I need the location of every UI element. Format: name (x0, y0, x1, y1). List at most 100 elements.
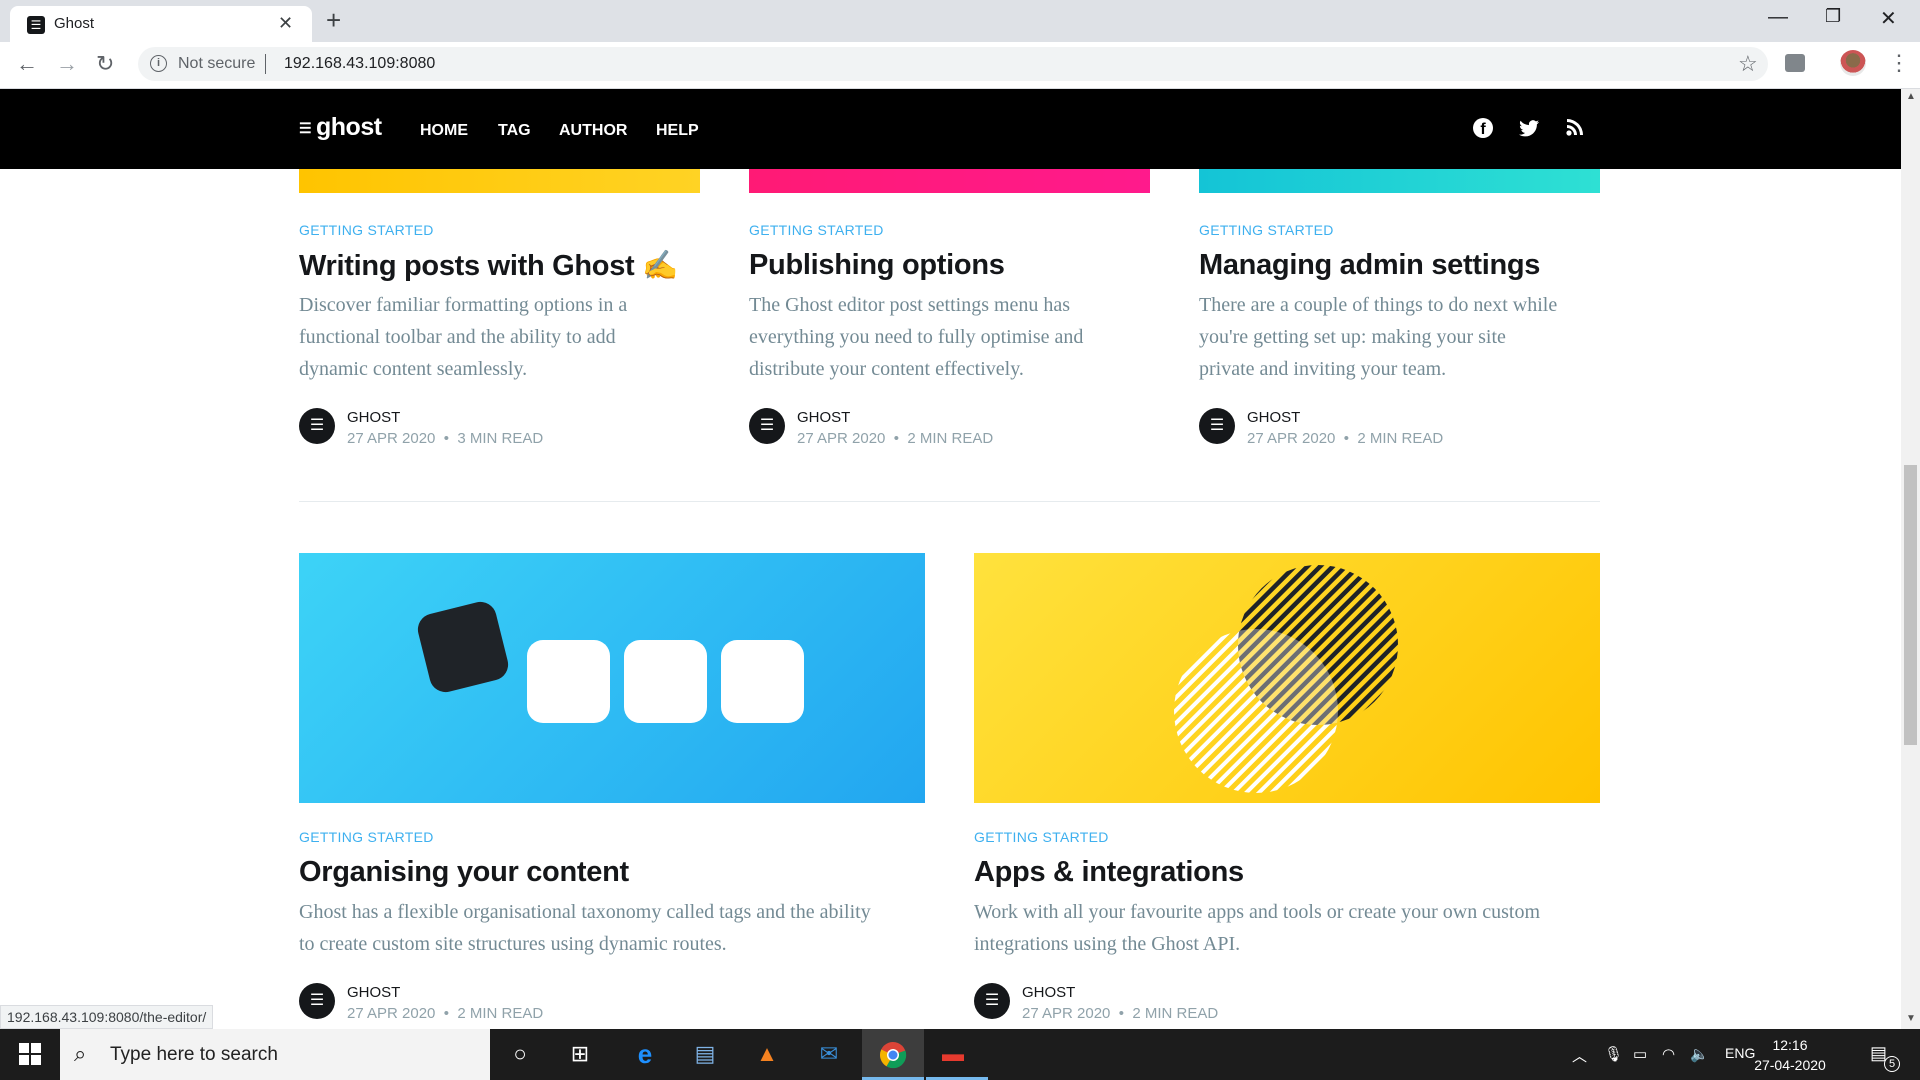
notification-count: 5 (1884, 1056, 1900, 1072)
file-explorer-icon[interactable]: ▤ (690, 1039, 720, 1069)
language-indicator[interactable]: ENG (1725, 1045, 1755, 1061)
post-excerpt[interactable]: Discover familiar formatting options in … (299, 289, 699, 385)
reload-icon[interactable]: ↻ (96, 51, 114, 77)
post-image-publishing[interactable] (749, 169, 1150, 193)
post-title[interactable]: Publishing options (749, 249, 1005, 282)
restore-icon[interactable]: ❐ (1825, 6, 1841, 27)
cortana-icon[interactable]: ○ (505, 1039, 535, 1069)
post-tag[interactable]: GETTING STARTED (1199, 222, 1334, 238)
author-name[interactable]: GHOST (797, 409, 850, 426)
nav-tag[interactable]: TAG (498, 122, 531, 140)
post-excerpt[interactable]: Ghost has a flexible organisational taxo… (299, 896, 939, 960)
post-meta: 27 APR 2020 • 2 MIN READ (797, 430, 993, 447)
mail-icon[interactable]: ✉ (814, 1039, 844, 1069)
wifi-icon[interactable]: ◠ (1662, 1045, 1675, 1063)
post-image-admin[interactable] (1199, 169, 1600, 193)
post-excerpt[interactable]: Work with all your favourite apps and to… (974, 896, 1614, 960)
minimize-icon[interactable]: — (1768, 6, 1788, 29)
browser-toolbar: ← → ↻ i Not secure 192.168.43.109:8080 ☆ (0, 42, 1920, 89)
excerpt-line: you're getting set up: making your site (1199, 326, 1506, 348)
back-icon[interactable]: ← (16, 51, 38, 77)
meta-dot: • (893, 430, 900, 447)
forward-icon[interactable]: → (56, 51, 78, 77)
excerpt-line: everything you need to fully optimise an… (749, 326, 1084, 348)
clock-date: 27-04-2020 (1754, 1057, 1826, 1073)
twitter-icon[interactable] (1518, 117, 1540, 145)
author-avatar[interactable]: ☰ (299, 408, 335, 444)
nav-home[interactable]: HOME (420, 122, 468, 140)
scroll-down-icon[interactable]: ▼ (1906, 1013, 1916, 1024)
post-image-organising[interactable] (299, 553, 925, 803)
post-meta: 27 APR 2020 • 3 MIN READ (347, 430, 543, 447)
excerpt-line: The Ghost editor post settings menu has (749, 294, 1071, 316)
browser-menu-icon[interactable]: ⋮ (1888, 50, 1910, 76)
extension-icon[interactable] (1785, 54, 1805, 72)
author-avatar[interactable]: ☰ (1199, 408, 1235, 444)
facebook-icon[interactable]: f (1472, 117, 1494, 145)
battery-icon[interactable]: ▭ (1633, 1045, 1647, 1063)
task-view-icon[interactable]: ⊞ (565, 1039, 595, 1069)
nav-author[interactable]: AUTHOR (559, 122, 627, 140)
read-time: 3 MIN READ (457, 430, 544, 447)
scroll-thumb[interactable] (1904, 465, 1917, 745)
scroll-up-icon[interactable]: ▲ (1906, 91, 1916, 102)
page-viewport: ☰ ghost HOME TAG AUTHOR HELP f GETTING ST… (0, 89, 1901, 1029)
browser-tab[interactable]: ☰ Ghost ✕ (10, 6, 312, 42)
bookmark-star-icon[interactable]: ☆ (1738, 51, 1758, 77)
taskbar-search[interactable]: ⌕ Type here to search (60, 1029, 490, 1080)
post-date: 27 APR 2020 (347, 430, 436, 447)
author-avatar[interactable]: ☰ (299, 983, 335, 1019)
post-tag[interactable]: GETTING STARTED (974, 829, 1109, 845)
meta-dot: • (443, 1005, 450, 1022)
vlc-icon[interactable]: ▲ (752, 1039, 782, 1069)
post-title[interactable]: Managing admin settings (1199, 249, 1540, 282)
system-clock[interactable]: 12:16 27-04-2020 (1752, 1035, 1828, 1075)
meta-dot: • (1118, 1005, 1125, 1022)
address-bar[interactable]: i Not secure 192.168.43.109:8080 ☆ (138, 47, 1768, 81)
tab-close-icon[interactable]: ✕ (278, 13, 293, 34)
security-label[interactable]: Not secure (178, 55, 255, 73)
author-name[interactable]: GHOST (347, 409, 400, 426)
post-image-writing[interactable] (299, 169, 700, 193)
info-icon[interactable]: i (150, 55, 167, 72)
volume-icon[interactable]: 🔈 (1690, 1045, 1709, 1063)
site-logo[interactable]: ☰ ghost (299, 113, 382, 142)
excerpt-line: Ghost has a flexible organisational taxo… (299, 901, 871, 923)
post-date: 27 APR 2020 (1022, 1005, 1111, 1022)
microphone-icon[interactable]: 🎙 (1604, 1045, 1623, 1063)
tray-chevron-icon[interactable]: ︿ (1572, 1045, 1587, 1066)
post-excerpt[interactable]: There are a couple of things to do next … (1199, 289, 1619, 385)
browser-titlebar: ☰ Ghost ✕ + — ❐ ✕ (0, 0, 1920, 42)
author-avatar[interactable]: ☰ (749, 408, 785, 444)
page-scrollbar[interactable]: ▲ ▼ (1901, 89, 1920, 1029)
post-tag[interactable]: GETTING STARTED (299, 829, 434, 845)
read-time: 2 MIN READ (907, 430, 994, 447)
post-title[interactable]: Writing posts with Ghost ✍️ (299, 249, 678, 283)
chrome-taskbar-button[interactable] (862, 1029, 924, 1080)
nav-help[interactable]: HELP (656, 122, 699, 140)
url-text[interactable]: 192.168.43.109:8080 (284, 55, 435, 73)
profile-avatar[interactable] (1840, 50, 1866, 76)
author-name[interactable]: GHOST (1022, 984, 1075, 1001)
edge-icon[interactable]: e (630, 1039, 660, 1069)
post-title[interactable]: Organising your content (299, 856, 629, 889)
post-meta: 27 APR 2020 • 2 MIN READ (1247, 430, 1443, 447)
post-tag[interactable]: GETTING STARTED (299, 222, 434, 238)
windows-start-icon[interactable] (19, 1043, 41, 1065)
author-name[interactable]: GHOST (1247, 409, 1300, 426)
excerpt-line: There are a couple of things to do next … (1199, 294, 1558, 316)
author-avatar[interactable]: ☰ (974, 983, 1010, 1019)
rss-icon[interactable] (1565, 117, 1585, 143)
post-image-apps[interactable] (974, 553, 1600, 803)
new-tab-button[interactable]: + (326, 5, 341, 36)
post-title[interactable]: Apps & integrations (974, 856, 1244, 889)
post-tag[interactable]: GETTING STARTED (749, 222, 884, 238)
link-status-bar: 192.168.43.109:8080/the-editor/ (0, 1005, 214, 1029)
app-icon[interactable]: ▬ (938, 1039, 968, 1069)
post-excerpt[interactable]: The Ghost editor post settings menu has … (749, 289, 1169, 385)
close-window-icon[interactable]: ✕ (1880, 6, 1897, 31)
row-divider (299, 501, 1600, 502)
author-name[interactable]: GHOST (347, 984, 400, 1001)
svg-text:f: f (1480, 121, 1486, 138)
post-date: 27 APR 2020 (347, 1005, 436, 1022)
